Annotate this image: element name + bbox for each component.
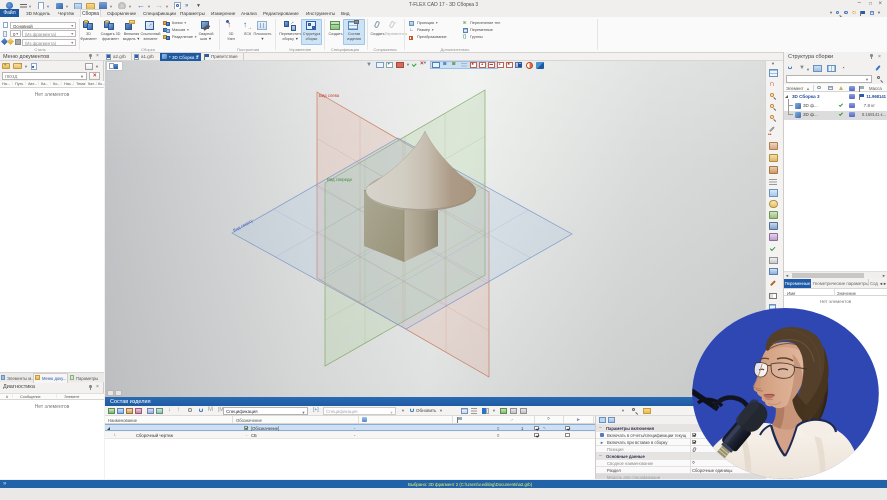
svg-text:Вид слева: Вид слева xyxy=(319,93,340,98)
svg-text:Вид спереди: Вид спереди xyxy=(327,177,352,182)
